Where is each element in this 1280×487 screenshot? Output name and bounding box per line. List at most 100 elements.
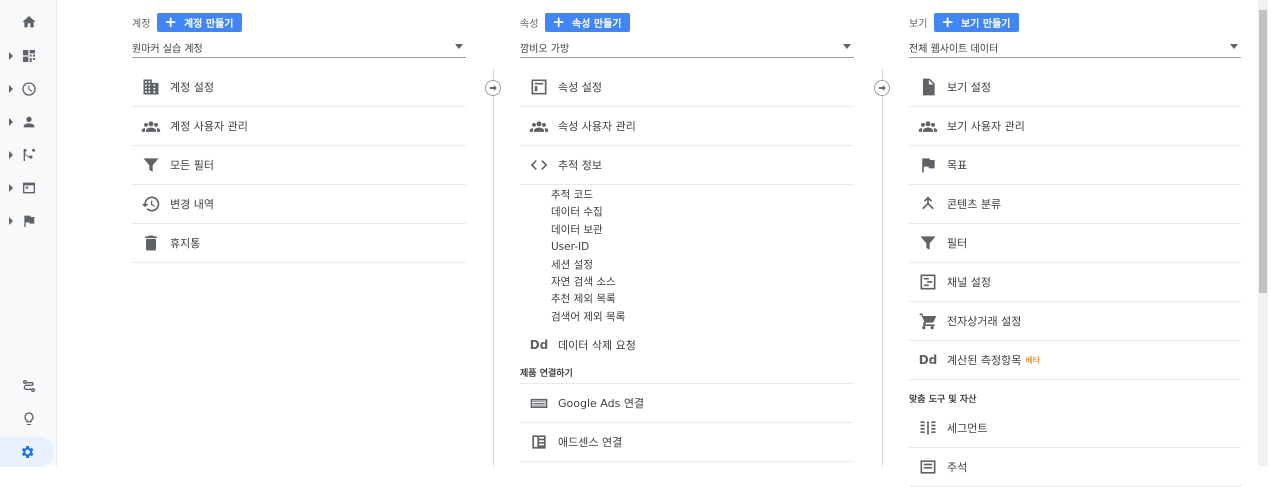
property-settings-item[interactable]: 속성 설정 [520, 68, 854, 107]
segments-item[interactable]: 세그먼트 [909, 409, 1241, 448]
account-header: 계정 + 계정 만들기 [132, 12, 243, 32]
adsense-linking-item[interactable]: 애드센스 연결 [520, 423, 854, 463]
annotations-label: 주석 [947, 461, 968, 474]
referral-exclusion-link[interactable]: 추천 제외 목록 [551, 291, 854, 308]
calculated-metrics-item[interactable]: Dd 계산된 측정항목 베타 [909, 341, 1241, 380]
filters-item[interactable]: 필터 [909, 224, 1241, 263]
nav-customization[interactable] [0, 41, 57, 71]
view-settings-label: 보기 설정 [947, 81, 991, 94]
change-history-item[interactable]: 변경 내역 [132, 185, 466, 224]
property-select-value: 깜비오 가방 [520, 44, 570, 55]
plus-icon: + [552, 12, 565, 31]
people-icon [137, 115, 165, 137]
column-divider [882, 68, 883, 466]
route-icon [22, 380, 35, 392]
search-term-exclusion-link[interactable]: 검색어 제외 목록 [551, 309, 854, 326]
google-ads-linking-label: Google Ads 연결 [558, 397, 645, 411]
expand-caret-icon [9, 184, 13, 192]
property-select[interactable]: 깜비오 가방 [520, 38, 854, 58]
window-edge [1268, 0, 1280, 466]
property-user-management-label: 속성 사용자 관리 [558, 120, 636, 133]
view-user-management-label: 보기 사용자 관리 [947, 120, 1025, 133]
view-settings-item[interactable]: 보기 설정 [909, 68, 1241, 107]
ecommerce-settings-item[interactable]: 전자상거래 설정 [909, 302, 1241, 341]
annotations-item[interactable]: 주석 [909, 448, 1241, 487]
nav-realtime[interactable] [0, 74, 57, 104]
goals-item[interactable]: 목표 [909, 146, 1241, 185]
trash-icon [137, 232, 165, 254]
adsense-icon [525, 431, 553, 453]
view-select[interactable]: 전체 웹사이트 데이터 [909, 38, 1241, 58]
create-account-button[interactable]: + 계정 만들기 [157, 12, 243, 32]
nav-acquisition[interactable] [0, 140, 57, 170]
scrollbar-thumb[interactable] [1259, 10, 1267, 293]
trash-item[interactable]: 휴지통 [132, 224, 466, 263]
expand-caret-icon [9, 118, 13, 126]
arrow-right-circle-icon [485, 80, 501, 96]
property-user-management-item[interactable]: 속성 사용자 관리 [520, 107, 854, 146]
plus-icon: + [164, 12, 177, 31]
tracking-submenu: 추적 코드 데이터 수집 데이터 보관 User-ID 세션 설정 자연 검색 … [520, 185, 854, 328]
property-settings-label: 속성 설정 [558, 81, 602, 94]
dropdown-arrow-icon [1230, 44, 1238, 49]
all-filters-item[interactable]: 모든 필터 [132, 146, 466, 185]
account-column: 계정 + 계정 만들기 원마커 실습 계정 계정 설정 계정 사용자 관리 모든… [132, 0, 466, 466]
create-property-button[interactable]: + 속성 만들기 [545, 12, 631, 32]
nav-conversions[interactable] [0, 206, 57, 236]
building-icon [137, 76, 165, 98]
ecommerce-settings-label: 전자상거래 설정 [947, 315, 1022, 328]
left-nav [0, 0, 57, 467]
dd-icon: Dd [529, 338, 549, 353]
flag-icon [914, 154, 942, 176]
calculated-metrics-label: 계산된 측정항목 [947, 354, 1022, 367]
nav-discover[interactable] [0, 404, 57, 434]
create-view-label: 보기 만들기 [960, 18, 1011, 30]
gear-icon [21, 446, 34, 458]
nav-attribution[interactable] [0, 371, 57, 401]
data-retention-link[interactable]: 데이터 보관 [551, 222, 854, 239]
nav-admin[interactable] [0, 437, 54, 467]
account-user-management-item[interactable]: 계정 사용자 관리 [132, 107, 466, 146]
property-menu: 속성 설정 속성 사용자 관리 추적 정보 추적 코드 데이터 수집 데이터 보… [520, 68, 854, 463]
data-collection-link[interactable]: 데이터 수집 [551, 204, 854, 221]
view-menu: 보기 설정 보기 사용자 관리 목표 콘텐츠 분류 필터 채널 설정 전자상거래… [909, 68, 1241, 487]
create-account-label: 계정 만들기 [183, 18, 234, 30]
acquisition-icon [23, 149, 35, 161]
nav-behavior[interactable] [0, 173, 57, 203]
expand-caret-icon [9, 85, 13, 93]
product-linking-title: 제품 연결하기 [520, 362, 854, 385]
people-icon [914, 115, 942, 137]
create-view-button[interactable]: + 보기 만들기 [934, 12, 1020, 32]
account-select[interactable]: 원마커 실습 계정 [132, 38, 466, 58]
view-select-value: 전체 웹사이트 데이터 [909, 44, 999, 55]
data-deletion-request-item[interactable]: Dd 데이터 삭제 요청 [520, 328, 854, 362]
dropdown-arrow-icon [843, 44, 851, 49]
tracking-info-item[interactable]: 추적 정보 [520, 146, 854, 185]
ads-icon [525, 392, 553, 414]
tracking-code-link[interactable]: 추적 코드 [551, 187, 854, 204]
organic-search-sources-link[interactable]: 자연 검색 소스 [551, 274, 854, 291]
google-ads-linking-item[interactable]: Google Ads 연결 [520, 384, 854, 424]
account-settings-item[interactable]: 계정 설정 [132, 68, 466, 107]
view-column: 보기 + 보기 만들기 전체 웹사이트 데이터 보기 설정 보기 사용자 관리 … [909, 0, 1243, 487]
scrollbar[interactable] [1258, 0, 1268, 466]
document-icon [914, 76, 942, 98]
dropdown-arrow-icon [455, 44, 463, 49]
user-id-link[interactable]: User-ID [551, 239, 854, 256]
nav-home[interactable] [0, 7, 57, 37]
content-grouping-item[interactable]: 콘텐츠 분류 [909, 185, 1241, 224]
property-header: 속성 + 속성 만들기 [520, 12, 631, 32]
view-user-management-item[interactable]: 보기 사용자 관리 [909, 107, 1241, 146]
change-history-label: 변경 내역 [170, 198, 214, 211]
property-column: 속성 + 속성 만들기 깜비오 가방 속성 설정 속성 사용자 관리 추적 정보… [520, 0, 854, 466]
filter-icon [137, 154, 165, 176]
channel-settings-item[interactable]: 채널 설정 [909, 263, 1241, 302]
history-icon [137, 193, 165, 215]
tracking-info-label: 추적 정보 [558, 159, 602, 172]
session-settings-link[interactable]: 세션 설정 [551, 257, 854, 274]
view-label: 보기 [909, 18, 928, 30]
plus-icon: + [941, 12, 954, 31]
arrow-right-circle-icon [874, 80, 890, 96]
nav-audience[interactable] [0, 107, 57, 137]
lightbulb-icon [23, 412, 34, 425]
